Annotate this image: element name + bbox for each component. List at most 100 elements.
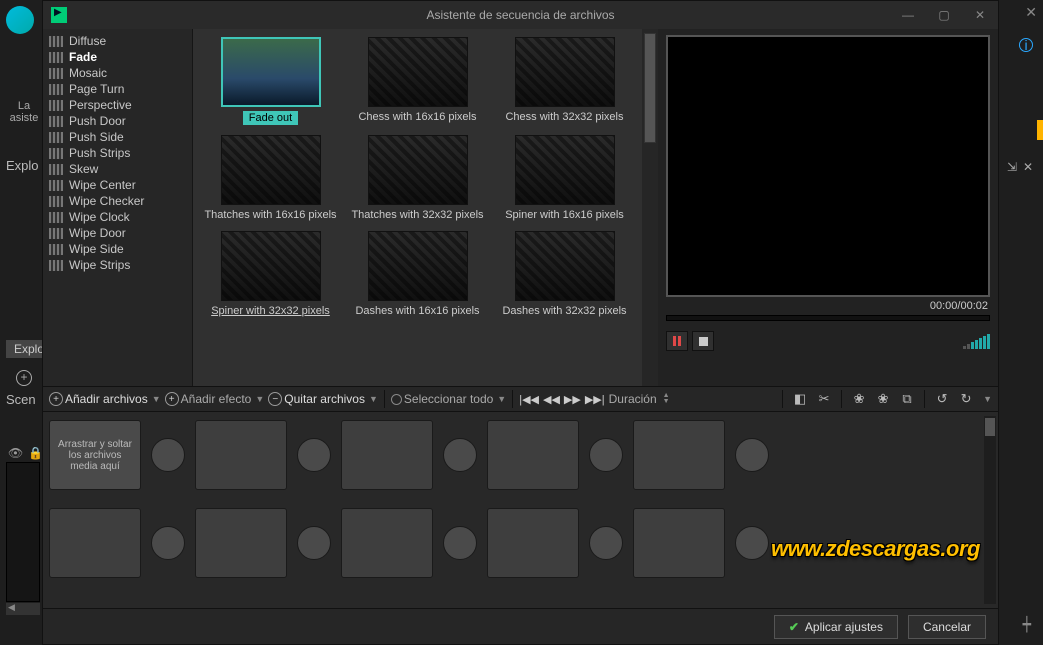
tree-item-wipe-strips[interactable]: Wipe Strips (43, 257, 192, 273)
gallery-item[interactable]: Chess with 32x32 pixels (492, 37, 638, 125)
crop-icon[interactable]: ◧ (791, 390, 809, 408)
storyboard-toolbar: + Añadir archivos ▼ + Añadir efecto ▼ − … (43, 386, 998, 412)
timeline-hscroll[interactable] (6, 603, 40, 615)
transition-icon (49, 228, 63, 239)
mainwindow-close-icon[interactable]: ✕ (1025, 4, 1037, 21)
minimize-button[interactable]: — (890, 2, 926, 28)
storyboard-slot[interactable]: Arrastrar y soltar los archivos media aq… (49, 420, 141, 490)
maximize-button[interactable]: ▢ (926, 2, 962, 28)
gallery-caption: Thatches with 32x32 pixels (351, 209, 483, 221)
tree-item-wipe-side[interactable]: Wipe Side (43, 241, 192, 257)
storyboard-slot[interactable] (341, 508, 433, 578)
transition-icon (49, 52, 63, 63)
tree-item-push-door[interactable]: Push Door (43, 113, 192, 129)
panel-close-icon[interactable]: ✕ (1023, 160, 1033, 174)
pause-button[interactable] (666, 331, 688, 351)
storyboard-transition[interactable] (589, 438, 623, 472)
tree-item-wipe-center[interactable]: Wipe Center (43, 177, 192, 193)
add-track-button[interactable]: + (16, 370, 32, 386)
cut-icon[interactable]: ✂ (815, 390, 833, 408)
eye-icon[interactable]: 👁 (8, 446, 23, 460)
settings2-icon[interactable]: ❀ (874, 390, 892, 408)
tree-item-wipe-door[interactable]: Wipe Door (43, 225, 192, 241)
add-files-button[interactable]: + Añadir archivos ▼ (49, 392, 161, 406)
transition-icon (49, 164, 63, 175)
volume-indicator[interactable] (963, 333, 990, 349)
preview-video (666, 35, 990, 297)
tree-item-diffuse[interactable]: Diffuse (43, 33, 192, 49)
gallery-caption: Thatches with 16x16 pixels (204, 209, 336, 221)
gallery-item[interactable]: Spiner with 16x16 pixels (492, 135, 638, 221)
apply-button[interactable]: ✔ Aplicar ajustes (774, 615, 898, 639)
chevron-down-icon[interactable]: ▼ (983, 394, 992, 404)
orange-marker (1037, 120, 1043, 140)
add-effect-button[interactable]: + Añadir efecto ▼ (165, 392, 265, 406)
storyboard-transition[interactable] (151, 526, 185, 560)
gallery-scrollbar[interactable] (642, 29, 658, 386)
storyboard-slot[interactable] (487, 508, 579, 578)
gallery-item[interactable]: Chess with 16x16 pixels (345, 37, 491, 125)
last-frame-button[interactable]: ▶▶| (585, 393, 605, 406)
select-all-button[interactable]: Seleccionar todo ▼ (391, 392, 506, 406)
storyboard-slot[interactable] (49, 508, 141, 578)
remove-files-button[interactable]: − Quitar archivos ▼ (268, 392, 378, 406)
storyboard-transition[interactable] (589, 526, 623, 560)
gallery-item[interactable]: Spiner with 32x32 pixels (198, 231, 344, 317)
storyboard-transition[interactable] (151, 438, 185, 472)
rotate-left-icon[interactable]: ↺ (933, 390, 951, 408)
settings1-icon[interactable]: ❀ (850, 390, 868, 408)
gallery-item[interactable]: Fade out (198, 37, 344, 125)
tree-item-fade[interactable]: Fade (43, 49, 192, 65)
gallery-item[interactable]: Dashes with 32x32 pixels (492, 231, 638, 317)
tree-item-push-side[interactable]: Push Side (43, 129, 192, 145)
transition-icon (49, 196, 63, 207)
gallery-item[interactable]: Thatches with 16x16 pixels (198, 135, 344, 221)
tree-item-skew[interactable]: Skew (43, 161, 192, 177)
dialog-app-icon (51, 7, 67, 23)
lock-icon[interactable]: 🔒 (28, 446, 43, 460)
storyboard-slot[interactable] (195, 508, 287, 578)
tree-item-perspective[interactable]: Perspective (43, 97, 192, 113)
gallery-caption: Spiner with 16x16 pixels (505, 209, 624, 221)
copy-icon[interactable]: ⧉ (898, 390, 916, 408)
scrollbar-thumb[interactable] (985, 418, 995, 436)
storyboard-slot[interactable] (633, 420, 725, 490)
tree-item-wipe-clock[interactable]: Wipe Clock (43, 209, 192, 225)
tree-item-push-strips[interactable]: Push Strips (43, 145, 192, 161)
transition-thumbnail (368, 231, 468, 301)
preview-timecode: 00:00/00:02 (666, 297, 990, 315)
tree-item-wipe-checker[interactable]: Wipe Checker (43, 193, 192, 209)
tree-item-page-turn[interactable]: Page Turn (43, 81, 192, 97)
cancel-button[interactable]: Cancelar (908, 615, 986, 639)
storyboard-slot[interactable] (341, 420, 433, 490)
rotate-right-icon[interactable]: ↻ (957, 390, 975, 408)
gallery-item[interactable]: Dashes with 16x16 pixels (345, 231, 491, 317)
storyboard-transition[interactable] (297, 526, 331, 560)
storyboard-transition[interactable] (443, 526, 477, 560)
info-icon[interactable]: i (1019, 38, 1033, 52)
scrollbar-thumb[interactable] (644, 33, 656, 143)
storyboard-transition[interactable] (443, 438, 477, 472)
gallery-item[interactable]: Thatches with 32x32 pixels (345, 135, 491, 221)
storyboard-slot[interactable] (487, 420, 579, 490)
storyboard-slot[interactable] (195, 420, 287, 490)
pin-icon[interactable]: ⇲ (1007, 160, 1017, 174)
transition-icon (49, 116, 63, 127)
first-frame-button[interactable]: |◀◀ (519, 393, 539, 406)
storyboard-scrollbar[interactable] (984, 416, 996, 604)
tree-item-mosaic[interactable]: Mosaic (43, 65, 192, 81)
transition-icon (49, 100, 63, 111)
gallery-caption: Dashes with 32x32 pixels (502, 305, 626, 317)
storyboard-slot[interactable] (633, 508, 725, 578)
close-button[interactable]: ✕ (962, 2, 998, 28)
duration-stepper[interactable]: ▲▼ (663, 393, 670, 405)
storyboard-transition[interactable] (735, 438, 769, 472)
storyboard-transition[interactable] (297, 438, 331, 472)
stop-button[interactable] (692, 331, 714, 351)
preview-progress[interactable] (666, 315, 990, 321)
next-frame-button[interactable]: ▶▶ (564, 393, 581, 406)
storyboard-transition[interactable] (735, 526, 769, 560)
bottom-add-icon[interactable]: ┿ (1023, 616, 1031, 633)
prev-frame-button[interactable]: ◀◀ (543, 393, 560, 406)
transition-gallery: Fade outChess with 16x16 pixelsChess wit… (193, 29, 642, 386)
